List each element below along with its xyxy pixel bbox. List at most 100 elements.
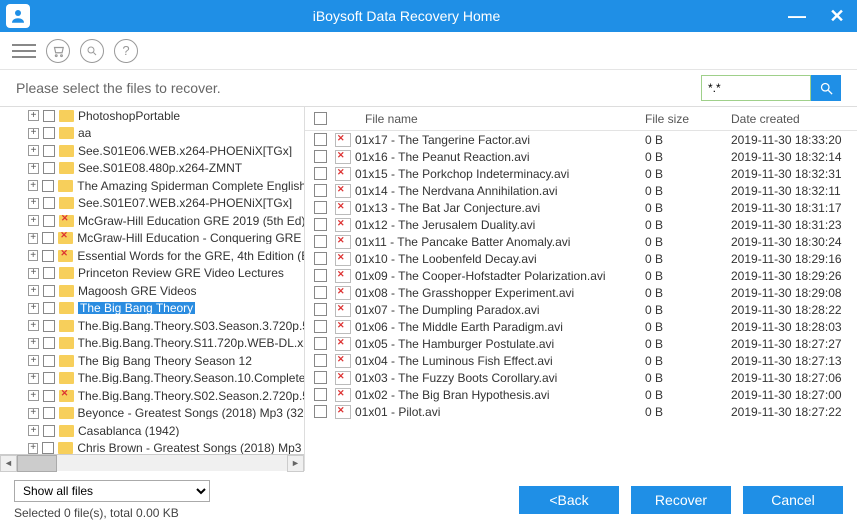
expand-icon[interactable]: +	[28, 285, 39, 296]
tree-item[interactable]: +Princeton Review GRE Video Lectures	[0, 265, 304, 283]
tree-checkbox[interactable]	[43, 110, 55, 122]
expand-icon[interactable]: +	[28, 110, 39, 121]
tree-checkbox[interactable]	[43, 127, 55, 139]
file-checkbox[interactable]	[314, 388, 327, 401]
file-checkbox[interactable]	[314, 286, 327, 299]
search-button[interactable]	[811, 75, 841, 101]
expand-icon[interactable]: +	[28, 408, 39, 419]
close-button[interactable]: ✕	[817, 0, 857, 32]
tree-checkbox[interactable]	[43, 162, 55, 174]
tree-item[interactable]: +PhotoshopPortable	[0, 107, 304, 125]
file-row[interactable]: 01x04 - The Luminous Fish Effect.avi0 B2…	[305, 352, 857, 369]
tree-checkbox[interactable]	[43, 197, 55, 209]
tree-item[interactable]: +See.S01E07.WEB.x264-PHOENiX[TGx]	[0, 195, 304, 213]
tree-checkbox[interactable]	[42, 250, 54, 262]
tree-item[interactable]: +Essential Words for the GRE, 4th Editio…	[0, 247, 304, 265]
scroll-right-icon[interactable]: ►	[287, 455, 304, 472]
file-row[interactable]: 01x03 - The Fuzzy Boots Corollary.avi0 B…	[305, 369, 857, 386]
file-checkbox[interactable]	[314, 133, 327, 146]
file-row[interactable]: 01x12 - The Jerusalem Duality.avi0 B2019…	[305, 216, 857, 233]
expand-icon[interactable]: +	[28, 145, 39, 156]
scroll-track[interactable]	[17, 455, 287, 472]
file-checkbox[interactable]	[314, 235, 327, 248]
tree-checkbox[interactable]	[43, 337, 55, 349]
tree-checkbox[interactable]	[43, 267, 55, 279]
tree-item[interactable]: +See.S01E08.480p.x264-ZMNT	[0, 160, 304, 178]
expand-icon[interactable]: +	[28, 163, 39, 174]
expand-icon[interactable]: +	[28, 198, 39, 209]
tree-item[interactable]: +Beyonce - Greatest Songs (2018) Mp3 (32…	[0, 405, 304, 423]
expand-icon[interactable]: +	[28, 233, 38, 244]
select-all-checkbox[interactable]	[305, 112, 335, 125]
file-row[interactable]: 01x15 - The Porkchop Indeterminacy.avi0 …	[305, 165, 857, 182]
file-row[interactable]: 01x06 - The Middle Earth Paradigm.avi0 B…	[305, 318, 857, 335]
file-checkbox[interactable]	[314, 218, 327, 231]
expand-icon[interactable]: +	[28, 320, 39, 331]
tree-checkbox[interactable]	[42, 232, 54, 244]
cart-icon[interactable]	[46, 39, 70, 63]
expand-icon[interactable]: +	[28, 390, 39, 401]
tree-checkbox[interactable]	[43, 302, 55, 314]
scroll-left-icon[interactable]: ◄	[0, 455, 17, 472]
file-checkbox[interactable]	[314, 252, 327, 265]
tree-checkbox[interactable]	[42, 442, 54, 454]
file-row[interactable]: 01x09 - The Cooper-Hofstadter Polarizati…	[305, 267, 857, 284]
expand-icon[interactable]: +	[28, 338, 39, 349]
expand-icon[interactable]: +	[28, 268, 39, 279]
file-checkbox[interactable]	[314, 184, 327, 197]
tree-checkbox[interactable]	[42, 180, 54, 192]
tree-item[interactable]: +Magoosh GRE Videos	[0, 282, 304, 300]
tree-item[interactable]: +The.Big.Bang.Theory.Season.10.Complete.…	[0, 370, 304, 388]
tree-item[interactable]: +aa	[0, 125, 304, 143]
file-checkbox[interactable]	[314, 150, 327, 163]
file-checkbox[interactable]	[314, 201, 327, 214]
file-checkbox[interactable]	[314, 354, 327, 367]
file-checkbox[interactable]	[314, 167, 327, 180]
cancel-button[interactable]: Cancel	[743, 486, 843, 514]
expand-icon[interactable]: +	[28, 443, 38, 454]
folder-tree[interactable]: +PhotoshopPortable+aa+See.S01E06.WEB.x26…	[0, 107, 304, 454]
file-row[interactable]: 01x01 - Pilot.avi0 B2019-11-30 18:27:22	[305, 403, 857, 420]
file-checkbox[interactable]	[314, 303, 327, 316]
col-date[interactable]: Date created	[731, 112, 857, 126]
tree-item[interactable]: +McGraw-Hill Education GRE 2019 (5th Ed)	[0, 212, 304, 230]
file-list[interactable]: 01x17 - The Tangerine Factor.avi0 B2019-…	[305, 131, 857, 471]
file-row[interactable]: 01x14 - The Nerdvana Annihilation.avi0 B…	[305, 182, 857, 199]
file-checkbox[interactable]	[314, 320, 327, 333]
expand-icon[interactable]: +	[28, 425, 39, 436]
expand-icon[interactable]: +	[28, 128, 39, 139]
expand-icon[interactable]: +	[28, 303, 39, 314]
file-row[interactable]: 01x05 - The Hamburger Postulate.avi0 B20…	[305, 335, 857, 352]
tree-item[interactable]: +The Amazing Spiderman Complete English …	[0, 177, 304, 195]
back-button[interactable]: <Back	[519, 486, 619, 514]
file-row[interactable]: 01x11 - The Pancake Batter Anomaly.avi0 …	[305, 233, 857, 250]
tree-checkbox[interactable]	[43, 355, 55, 367]
tree-checkbox[interactable]	[43, 215, 55, 227]
tree-checkbox[interactable]	[43, 372, 55, 384]
expand-icon[interactable]: +	[28, 355, 39, 366]
file-row[interactable]: 01x10 - The Loobenfeld Decay.avi0 B2019-…	[305, 250, 857, 267]
tree-item[interactable]: +McGraw-Hill Education - Conquering GRE …	[0, 230, 304, 248]
recover-button[interactable]: Recover	[631, 486, 731, 514]
col-size[interactable]: File size	[645, 112, 731, 126]
file-checkbox[interactable]	[314, 337, 327, 350]
col-name[interactable]: File name	[335, 112, 645, 126]
tree-item[interactable]: +The Big Bang Theory	[0, 300, 304, 318]
tree-item[interactable]: +The.Big.Bang.Theory.S03.Season.3.720p.5…	[0, 317, 304, 335]
file-row[interactable]: 01x08 - The Grasshopper Experiment.avi0 …	[305, 284, 857, 301]
search-input[interactable]	[701, 75, 811, 101]
expand-icon[interactable]: +	[28, 215, 39, 226]
file-row[interactable]: 01x16 - The Peanut Reaction.avi0 B2019-1…	[305, 148, 857, 165]
tree-hscrollbar[interactable]: ◄ ►	[0, 454, 304, 471]
menu-button[interactable]	[12, 39, 36, 63]
file-checkbox[interactable]	[314, 405, 327, 418]
tree-checkbox[interactable]	[43, 320, 55, 332]
expand-icon[interactable]: +	[28, 250, 38, 261]
file-row[interactable]: 01x13 - The Bat Jar Conjecture.avi0 B201…	[305, 199, 857, 216]
tree-item[interactable]: +Casablanca (1942)	[0, 422, 304, 440]
expand-icon[interactable]: +	[28, 180, 38, 191]
tree-checkbox[interactable]	[43, 407, 55, 419]
scroll-thumb[interactable]	[17, 455, 57, 472]
tree-checkbox[interactable]	[43, 390, 55, 402]
find-icon[interactable]	[80, 39, 104, 63]
